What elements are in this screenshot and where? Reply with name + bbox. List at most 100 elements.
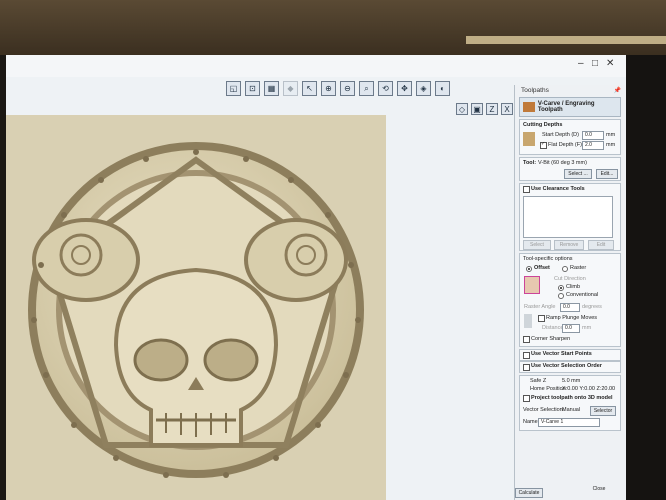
view-top-icon[interactable]: ▣ xyxy=(471,103,483,115)
raster-angle-input[interactable]: 0.0 xyxy=(560,303,580,312)
monitor-bezel-right xyxy=(626,55,666,500)
horn-left xyxy=(32,218,140,302)
vector-selection-label: Vector Selection: xyxy=(523,407,565,413)
vector-order-checkbox[interactable] xyxy=(523,364,530,371)
calculate-button[interactable]: Calculate xyxy=(515,488,543,498)
screen: – □ ✕ ◱ ⊡ ▦ ◆ ↖ ⊕ ⊖ ⌕ ⟲ ✥ ◈ ◐ ◇ ▣ Z X Y … xyxy=(6,55,626,500)
distance-input[interactable]: 0.0 xyxy=(562,324,580,333)
vector-start-checkbox[interactable] xyxy=(523,352,530,359)
toolpaths-panel: Toolpaths 📌 V-Carve / Engraving Toolpath… xyxy=(514,85,626,500)
clearance-tool-list[interactable] xyxy=(523,196,613,238)
close-button[interactable]: ✕ xyxy=(606,58,614,69)
pan-icon[interactable]: ✥ xyxy=(397,81,412,96)
pin-icon[interactable]: 📌 xyxy=(614,87,621,94)
offset-pattern-icon xyxy=(524,276,540,294)
vector-start-section: Use Vector Start Points xyxy=(519,349,621,361)
grid-icon[interactable]: ▦ xyxy=(264,81,279,96)
start-depth-unit: mm xyxy=(606,132,616,138)
vector-order-label: Use Vector Selection Order xyxy=(531,363,602,369)
select-icon[interactable]: ↖ xyxy=(302,81,317,96)
panel-title: Toolpaths xyxy=(521,87,549,94)
carved-medallion-render xyxy=(6,115,386,500)
skull-eye-right xyxy=(203,338,259,382)
flat-depth-unit: mm xyxy=(606,142,616,148)
view-iso-icon[interactable]: ◇ xyxy=(456,103,468,115)
rotate-icon[interactable]: ⟲ xyxy=(378,81,393,96)
zoom-icon[interactable]: ⊡ xyxy=(245,81,260,96)
ramp-label: Ramp Plunge Moves xyxy=(546,315,598,321)
offset-radio[interactable] xyxy=(526,266,532,272)
horn-right xyxy=(244,218,348,302)
tool-value: V-Bit (60 deg 3 mm) xyxy=(538,160,587,166)
climb-label: Climb xyxy=(566,284,581,290)
close-panel-button[interactable]: Close xyxy=(587,485,611,493)
view-toolbar: ◱ ⊡ ▦ ◆ ↖ ⊕ ⊖ ⌕ ⟲ ✥ ◈ ◐ xyxy=(226,81,450,99)
raster-angle-label: Raster Angle xyxy=(524,304,556,310)
climb-radio[interactable] xyxy=(558,285,564,291)
home-position-value: X:0.00 Y:0.00 Z:20.00 xyxy=(562,386,616,392)
name-label: Name: xyxy=(523,419,540,425)
selector-button[interactable]: Selector xyxy=(590,406,616,416)
safe-z-label: Safe Z xyxy=(530,378,547,384)
tool-options-section: Tool-specific options Offset Raster Cut … xyxy=(519,253,621,347)
view-x-icon[interactable]: X xyxy=(501,103,513,115)
zoom-in-icon[interactable]: ⊕ xyxy=(321,81,336,96)
position-section: Safe Z 5.0 mm Home Position X:0.00 Y:0.0… xyxy=(519,375,621,431)
tool-label: Tool: xyxy=(523,160,537,166)
clearance-checkbox[interactable] xyxy=(523,186,530,193)
home-position-label: Home Position xyxy=(530,386,566,392)
cut-direction-label: Cut Direction xyxy=(554,276,586,282)
conventional-radio[interactable] xyxy=(558,293,564,299)
window-frame xyxy=(466,36,666,44)
clearance-select-button[interactable]: Select xyxy=(523,240,551,250)
raster-angle-unit: degrees xyxy=(582,304,602,310)
clearance-section: Use Clearance Tools Select Remove Edit xyxy=(519,183,621,251)
project-checkbox[interactable] xyxy=(523,395,530,402)
vector-start-label: Use Vector Start Points xyxy=(531,351,592,357)
panel-header: V-Carve / Engraving Toolpath xyxy=(519,97,621,117)
view-icon[interactable]: ◱ xyxy=(226,81,241,96)
cutting-depths-section: Cutting Depths Start Depth (D) 0.0 mm Fl… xyxy=(519,119,621,155)
minimize-button[interactable]: – xyxy=(578,58,584,69)
distance-unit: mm xyxy=(582,325,592,331)
view-front-icon[interactable]: Z xyxy=(486,103,498,115)
name-input[interactable]: V-Carve 1 xyxy=(538,418,600,427)
clearance-edit-button[interactable]: Edit xyxy=(588,240,614,250)
vcarve-icon xyxy=(523,102,535,112)
vector-order-section: Use Vector Selection Order xyxy=(519,361,621,373)
background-wall xyxy=(0,0,666,55)
distance-label: Distance xyxy=(542,325,564,331)
3d-preview-viewport[interactable] xyxy=(6,115,386,500)
zoom-fit-icon[interactable]: ⌕ xyxy=(359,81,374,96)
tool-select-button[interactable]: Select ... xyxy=(564,169,592,179)
raster-radio[interactable] xyxy=(562,266,568,272)
tool-edit-button[interactable]: Edit... xyxy=(596,169,618,179)
offset-label: Offset xyxy=(534,265,550,271)
vector-selection-value: Manual xyxy=(562,407,581,413)
ramp-checkbox[interactable] xyxy=(538,315,545,322)
tool-section: Tool: V-Bit (60 deg 3 mm) Select ... Edi… xyxy=(519,157,621,181)
conventional-label: Conventional xyxy=(566,292,599,298)
zoom-out-icon[interactable]: ⊖ xyxy=(340,81,355,96)
flat-depth-label: Flat Depth (F) xyxy=(548,142,582,148)
title-bar: – □ ✕ xyxy=(6,55,626,77)
render-icon[interactable]: ◐ xyxy=(435,81,450,96)
flat-depth-checkbox[interactable] xyxy=(540,141,547,149)
material-icon[interactable]: ◈ xyxy=(416,81,431,96)
tool-options-heading: Tool-specific options xyxy=(523,256,573,262)
start-depth-input[interactable]: 0.0 xyxy=(582,131,604,140)
raster-label: Raster xyxy=(570,265,587,271)
project-label: Project toolpath onto 3D model xyxy=(531,395,613,401)
skull-eye-left xyxy=(133,338,189,382)
flat-depth-input[interactable]: 2.0 xyxy=(582,141,604,150)
ramp-icon xyxy=(524,314,532,328)
maximize-button[interactable]: □ xyxy=(592,58,598,69)
corner-sharpen-checkbox[interactable] xyxy=(523,336,530,343)
safe-z-value: 5.0 mm xyxy=(562,378,581,384)
cut-icon[interactable]: ◆ xyxy=(283,81,298,96)
panel-header-label: V-Carve / Engraving Toolpath xyxy=(537,101,595,113)
clearance-remove-button[interactable]: Remove xyxy=(554,240,584,250)
corner-sharpen-label: Corner Sharpen xyxy=(531,336,571,342)
depth-diagram-icon xyxy=(523,132,535,146)
cutting-depths-heading: Cutting Depths xyxy=(523,122,563,128)
